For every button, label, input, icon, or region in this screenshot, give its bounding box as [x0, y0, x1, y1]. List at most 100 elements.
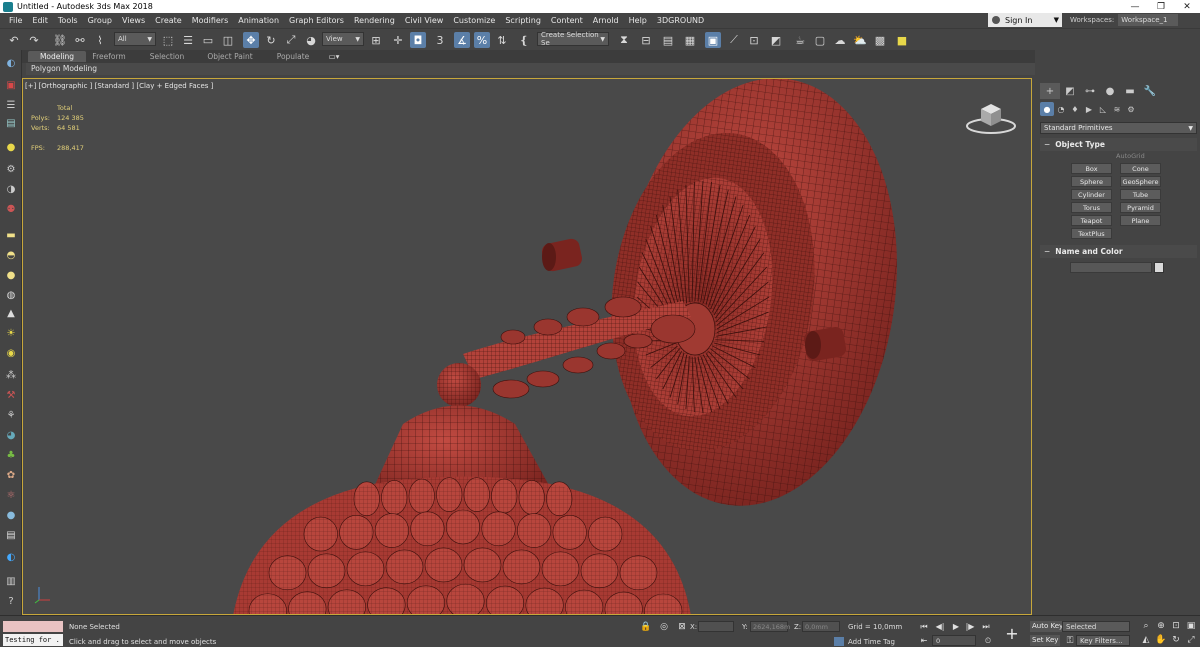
modify-tab-icon[interactable]: ◩	[1060, 83, 1080, 99]
geometry-icon[interactable]: ●	[1040, 102, 1054, 116]
script-icon[interactable]: ▥	[3, 574, 19, 588]
go-to-end-icon[interactable]: ⏭	[980, 621, 992, 632]
globe-icon[interactable]: ◍	[3, 288, 19, 302]
link-icon[interactable]: ⛓	[52, 32, 68, 48]
menu-item-content[interactable]: Content	[546, 13, 588, 28]
sign-in-dropdown[interactable]: Sign In ▼	[988, 13, 1062, 27]
lock-selection-icon[interactable]: 🔒	[640, 621, 652, 633]
fluid-icon[interactable]: ⚘	[3, 408, 19, 422]
current-frame-input[interactable]: 0	[932, 635, 976, 646]
set-key-button[interactable]: Set Key	[1030, 635, 1061, 646]
particle-icon[interactable]: ⁂	[3, 368, 19, 382]
box-button[interactable]: Box	[1071, 163, 1112, 174]
menu-item-file[interactable]: File	[4, 13, 27, 28]
close-button[interactable]: ✕	[1174, 0, 1200, 13]
create-tab-icon[interactable]: +	[1040, 83, 1060, 99]
menu-item-civil-view[interactable]: Civil View	[400, 13, 449, 28]
manipulate-icon[interactable]: ✛	[390, 32, 406, 48]
object-type-rollout[interactable]: − Object Type	[1040, 138, 1197, 151]
select-and-scale-icon[interactable]: ⤢	[283, 32, 299, 48]
go-to-start-icon[interactable]: ⏮	[918, 621, 930, 632]
plant-icon[interactable]: ♣	[3, 448, 19, 462]
window-crossing-icon[interactable]: ◫	[220, 32, 236, 48]
select-and-place-icon[interactable]: ◕	[303, 32, 319, 48]
menu-item-animation[interactable]: Animation	[233, 13, 284, 28]
space-warp-icon[interactable]: ⚉	[3, 202, 19, 216]
select-and-move-icon[interactable]: ✥	[243, 32, 259, 48]
material-sphere-icon[interactable]: ●	[3, 508, 19, 522]
orbit-icon[interactable]: ↻	[1170, 634, 1182, 646]
maxscript-output[interactable]: Testing for .	[3, 634, 63, 646]
menu-item-group[interactable]: Group	[83, 13, 117, 28]
absolute-mode-icon[interactable]: ⊠	[676, 621, 688, 633]
render-setup-icon[interactable]: ☕	[792, 32, 808, 48]
tab-selection[interactable]: Selection	[142, 51, 192, 62]
y-coordinate-input[interactable]: 2624,168m	[750, 621, 790, 632]
geosphere-button[interactable]: GeoSphere	[1120, 176, 1161, 187]
menu-item-edit[interactable]: Edit	[27, 13, 53, 28]
rendered-frame-window-icon[interactable]: ▢	[812, 32, 828, 48]
tube-button[interactable]: Tube	[1120, 189, 1161, 200]
primitive-category-dropdown[interactable]: Standard Primitives ▼	[1040, 122, 1197, 134]
edit-named-selection-icon[interactable]: ❴	[516, 32, 532, 48]
textplus-button[interactable]: TextPlus	[1071, 228, 1112, 239]
spinner-snap-icon[interactable]: ⇅	[494, 32, 510, 48]
tab-populate[interactable]: Populate	[268, 51, 318, 62]
list-icon[interactable]: ☰	[3, 98, 19, 112]
angle-snap-icon[interactable]: ∡	[454, 32, 470, 48]
a360-gallery-icon[interactable]: ▩	[872, 32, 888, 48]
menu-item-scripting[interactable]: Scripting	[500, 13, 546, 28]
render-icon[interactable]: ▤	[3, 528, 19, 542]
systems-icon[interactable]: ⚙	[1124, 102, 1138, 116]
menu-item-arnold[interactable]: Arnold	[588, 13, 624, 28]
dome-icon[interactable]: ◓	[3, 248, 19, 262]
set-key-icon[interactable]: +	[1002, 624, 1022, 643]
schematic-view-icon[interactable]: ⊡	[746, 32, 762, 48]
layers-icon[interactable]: ▤	[3, 116, 19, 130]
sphere-button[interactable]: Sphere	[1071, 176, 1112, 187]
menu-item-rendering[interactable]: Rendering	[349, 13, 400, 28]
help-icon[interactable]: ?	[3, 594, 19, 608]
key-mode-icon[interactable]: ⇤	[918, 635, 930, 646]
toggle-ribbon-icon[interactable]: ▣	[705, 32, 721, 48]
select-by-name-icon[interactable]: ☰	[180, 32, 196, 48]
material-editor-icon[interactable]: ◩	[768, 32, 784, 48]
light-icon[interactable]: ●	[3, 140, 19, 154]
cone-icon[interactable]: ▲	[3, 306, 19, 320]
render-production-icon[interactable]: ☁	[832, 32, 848, 48]
pivot-center-icon[interactable]: ⊞	[368, 32, 384, 48]
motion-tab-icon[interactable]: ●	[1100, 83, 1120, 99]
reference-coordinate-dropdown[interactable]: View ▼	[322, 32, 364, 46]
minimize-button[interactable]: —	[1122, 0, 1148, 13]
menu-item-graph-editors[interactable]: Graph Editors	[284, 13, 349, 28]
snaps-toggle-icon[interactable]: 3	[432, 32, 448, 48]
undo-icon[interactable]: ↶	[6, 32, 22, 48]
keyboard-shortcut-override-icon[interactable]: ◘	[410, 32, 426, 48]
zoom-extents-all-icon[interactable]: ▣	[1185, 620, 1197, 632]
z-coordinate-input[interactable]: 0,0mm	[802, 621, 840, 632]
menu-item-tools[interactable]: Tools	[53, 13, 83, 28]
plane-button[interactable]: Plane	[1120, 215, 1161, 226]
align-icon[interactable]: ⊟	[638, 32, 654, 48]
cameras-icon[interactable]: ▶	[1082, 102, 1096, 116]
world-icon[interactable]: ◕	[3, 428, 19, 442]
hair-icon[interactable]: ⚛	[3, 488, 19, 502]
skylight-icon[interactable]: ◉	[3, 346, 19, 360]
shapes-icon[interactable]: ◔	[1054, 102, 1068, 116]
menu-item-modifiers[interactable]: Modifiers	[187, 13, 234, 28]
viewport[interactable]: [+] [Orthographic ] [Standard ] [Clay + …	[22, 78, 1032, 615]
previous-frame-icon[interactable]: ◀|	[934, 621, 946, 632]
layer-explorer-icon[interactable]: ▦	[682, 32, 698, 48]
hierarchy-tab-icon[interactable]: ⊶	[1080, 83, 1100, 99]
workspace-select[interactable]: Workspace_1	[1118, 14, 1179, 26]
tab-modeling[interactable]: Modeling	[28, 51, 86, 62]
zoom-icon[interactable]: ⌕	[1140, 620, 1152, 632]
key-selection-dropdown[interactable]: Selected	[1062, 621, 1130, 632]
name-and-color-rollout[interactable]: − Name and Color	[1040, 245, 1197, 258]
object-color-swatch[interactable]	[1154, 262, 1164, 273]
sun-icon[interactable]: ☀	[3, 326, 19, 340]
helpers-icon[interactable]: ◺	[1096, 102, 1110, 116]
pyramid-button[interactable]: Pyramid	[1120, 202, 1161, 213]
key-filters-button[interactable]: Key Filters...	[1076, 635, 1130, 646]
space-warps-icon[interactable]: ≋	[1110, 102, 1124, 116]
